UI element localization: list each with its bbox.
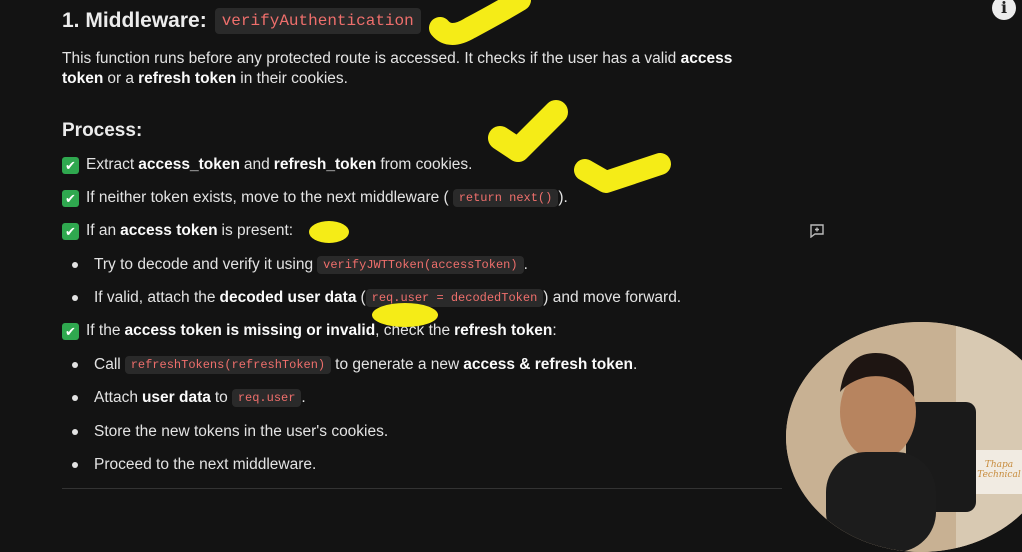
step-text: If an: [86, 222, 117, 239]
list-item: Call refreshTokens(refreshToken) to gene…: [72, 356, 637, 374]
inline-code: verifyJWTToken(accessToken): [317, 256, 524, 274]
inline-code: return next(): [452, 189, 559, 207]
step-item: ✔ If the access token is missing or inva…: [62, 322, 557, 340]
step-bold: access token: [120, 222, 218, 239]
bullet-dot: [72, 362, 78, 368]
step-bold: refresh token: [454, 322, 553, 339]
list-item: If valid, attach the decoded user data (…: [72, 289, 681, 307]
document-view: 1. Middleware: verifyAuthentication This…: [0, 0, 1022, 552]
checkmark-icon: ✔: [62, 156, 79, 174]
info-icon[interactable]: i: [992, 0, 1016, 20]
step-text: Extract: [86, 156, 135, 173]
step-text: :: [552, 322, 557, 339]
intro-text-2: or a: [107, 70, 135, 87]
section-heading: 1. Middleware: verifyAuthentication: [62, 8, 421, 34]
step-item: ✔ If neither token exists, move to the n…: [62, 189, 568, 207]
inline-code: req.user: [231, 389, 302, 407]
bullet-dot: [72, 429, 78, 435]
list-text: to generate a new: [335, 356, 460, 373]
inline-code: req.user = decodedToken: [365, 289, 544, 307]
list-item: Try to decode and verify it using verify…: [72, 256, 528, 274]
list-text: If valid, attach the: [94, 289, 216, 306]
process-title: Process:: [62, 120, 143, 141]
list-text: .: [632, 356, 638, 373]
intro-bold-1: access: [680, 50, 733, 67]
heading-prefix: 1. Middleware:: [62, 9, 207, 32]
heading-code: verifyAuthentication: [214, 8, 421, 34]
step-bold: access token is missing or invalid: [124, 322, 376, 339]
step-bold: access_token: [138, 156, 240, 173]
list-text: Store the new tokens in the user's cooki…: [94, 423, 389, 440]
list-text: .: [301, 389, 306, 406]
step-text: If neither token exists, move to the nex…: [86, 189, 449, 206]
list-item: Store the new tokens in the user's cooki…: [72, 423, 388, 441]
add-comment-icon[interactable]: [809, 224, 825, 238]
step-item: ✔ If an access token is present:: [62, 222, 293, 240]
intro-token-word: token: [62, 70, 104, 87]
bullet-dot: [72, 262, 78, 268]
step-bold: refresh_token: [273, 156, 377, 173]
step-text: from cookies.: [380, 156, 473, 173]
intro-bold-2: refresh token: [138, 70, 237, 87]
inline-code: refreshTokens(refreshToken): [124, 356, 332, 374]
logo-text-1: Thapa: [984, 460, 1014, 470]
bullet-dot: [72, 395, 78, 401]
list-text: Attach: [94, 389, 138, 406]
checkmark-icon: ✔: [62, 322, 79, 340]
list-item: Attach user data to req.user .: [72, 389, 306, 407]
list-bold: decoded user data: [219, 289, 357, 306]
list-text: Proceed to the next middleware.: [94, 456, 317, 473]
step-item: ✔ Extract access_token and refresh_token…: [62, 156, 472, 174]
intro-paragraph: This function runs before any protected …: [62, 46, 802, 71]
step-text: and: [243, 156, 270, 173]
presenter-image: [786, 322, 1022, 552]
intro-text-3: in their cookies.: [240, 70, 348, 87]
list-text: .: [523, 256, 528, 273]
bullet-dot: [72, 462, 78, 468]
step-text: ).: [558, 189, 568, 206]
intro-line-2-row: token or a refresh token in their cookie…: [62, 70, 348, 88]
step-text: If the: [86, 322, 121, 339]
step-text: is present:: [221, 222, 294, 239]
list-bold: user data: [141, 389, 211, 406]
list-item: Proceed to the next middleware.: [72, 456, 316, 474]
bullet-dot: [72, 295, 78, 301]
webcam-overlay: [786, 322, 1022, 552]
intro-text-1: This function runs before any protected …: [62, 50, 677, 67]
list-text: Try to decode and verify it using: [94, 256, 314, 273]
logo-text-2: Technical: [977, 470, 1021, 480]
step-text: , check the: [375, 322, 451, 339]
checkmark-icon: ✔: [62, 222, 79, 240]
list-text: to: [214, 389, 228, 406]
checkmark-icon: ✔: [62, 189, 79, 207]
list-bold: access & refresh token: [463, 356, 633, 373]
divider: [62, 488, 782, 489]
list-text: Call: [94, 356, 121, 373]
channel-logo: Thapa Technical: [976, 450, 1022, 494]
list-text: (: [360, 289, 366, 306]
list-text: ) and move forward.: [543, 289, 682, 306]
